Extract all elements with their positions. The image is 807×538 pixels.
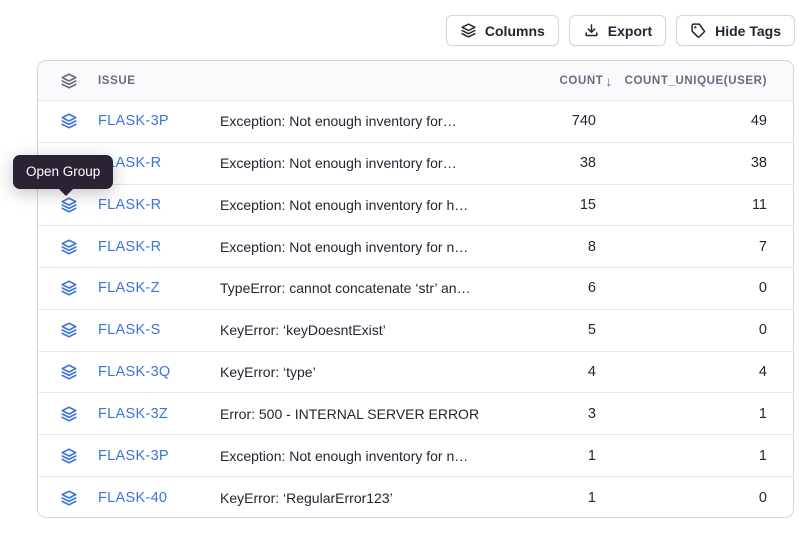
table-row: FLASK-3Z Error: 500 - INTERNAL SERVER ER… [38, 393, 793, 435]
issue-stack-icon[interactable] [60, 321, 98, 339]
issue-title: Exception: Not enough inventory for h… [220, 197, 486, 213]
issue-stack-icon[interactable] [60, 196, 98, 214]
count-value: 6 [486, 280, 596, 296]
table-row: FLASK-R Exception: Not enough inventory … [38, 185, 793, 227]
tooltip-arrow-icon [59, 189, 73, 196]
count-unique-value: 49 [596, 113, 767, 129]
table-body: FLASK-3P Exception: Not enough inventory… [38, 101, 793, 519]
count-value: 1 [486, 490, 596, 506]
issue-short-id-link[interactable]: FLASK-S [98, 322, 220, 338]
count-value: 5 [486, 322, 596, 338]
issue-stack-icon[interactable] [60, 363, 98, 381]
count-unique-value: 0 [596, 490, 767, 506]
count-value: 1 [486, 448, 596, 464]
count-value: 4 [486, 364, 596, 380]
open-group-tooltip: Open Group [13, 155, 113, 189]
issue-title: TypeError: cannot concatenate ‘str’ an… [220, 280, 486, 296]
discover-results-page: Columns Export Hide Tags [0, 0, 807, 538]
issue-title: Exception: Not enough inventory for n… [220, 239, 486, 255]
issue-stack-icon[interactable] [60, 405, 98, 423]
issue-short-id-link[interactable]: FLASK-40 [98, 490, 220, 506]
table-header-row: ISSUE COUNT ↓ COUNT_UNIQUE(USER) [38, 61, 793, 101]
issue-short-id-link[interactable]: FLASK-R [98, 239, 220, 255]
issue-short-id-link[interactable]: FLASK-R [98, 197, 220, 213]
count-unique-value: 0 [596, 280, 767, 296]
count-unique-value: 38 [596, 155, 767, 171]
export-button[interactable]: Export [569, 15, 666, 46]
columns-button[interactable]: Columns [446, 15, 559, 46]
issue-short-id-link[interactable]: FLASK-3Q [98, 364, 220, 380]
issue-column-header[interactable]: ISSUE [98, 75, 220, 87]
issue-short-id-link[interactable]: FLASK-3P [98, 448, 220, 464]
table-row: FLASK-3P Exception: Not enough inventory… [38, 101, 793, 143]
issue-short-id-link[interactable]: FLASK-3P [98, 113, 220, 129]
issue-title: Exception: Not enough inventory for… [220, 155, 486, 171]
issue-type-layers-icon [60, 72, 98, 90]
issue-stack-icon[interactable] [60, 279, 98, 297]
issue-stack-icon[interactable] [60, 238, 98, 256]
issue-short-id-link[interactable]: FLASK-R [98, 155, 220, 171]
issue-title: Exception: Not enough inventory for… [220, 113, 486, 129]
table-row: FLASK-R Exception: Not enough inventory … [38, 226, 793, 268]
download-icon [583, 22, 600, 39]
table-row: FLASK-R Exception: Not enough inventory … [38, 143, 793, 185]
tag-icon [690, 22, 707, 39]
count-value: 8 [486, 239, 596, 255]
count-value: 3 [486, 406, 596, 422]
issue-stack-icon[interactable] [60, 112, 98, 130]
issue-stack-icon[interactable] [60, 447, 98, 465]
open-group-tooltip-label: Open Group [26, 164, 100, 179]
count-unique-value: 1 [596, 406, 767, 422]
count-unique-value: 11 [596, 197, 767, 213]
issue-title: Exception: Not enough inventory for n… [220, 448, 486, 464]
count-value: 15 [486, 197, 596, 213]
issue-short-id-link[interactable]: FLASK-3Z [98, 406, 220, 422]
table-row: FLASK-S KeyError: ‘keyDoesntExist’ 5 0 [38, 310, 793, 352]
count-column-header[interactable]: COUNT ↓ [486, 73, 596, 89]
table-row: FLASK-3Q KeyError: ‘type’ 4 4 [38, 352, 793, 394]
count-unique-value: 0 [596, 322, 767, 338]
count-unique-value: 7 [596, 239, 767, 255]
issue-title: Error: 500 - INTERNAL SERVER ERROR [220, 406, 486, 422]
count-value: 740 [486, 113, 596, 129]
results-table: ISSUE COUNT ↓ COUNT_UNIQUE(USER) FLASK-3… [37, 60, 794, 518]
issue-title: KeyError: ‘keyDoesntExist’ [220, 322, 486, 338]
hide-tags-button-label: Hide Tags [715, 23, 781, 39]
hide-tags-button[interactable]: Hide Tags [676, 15, 795, 46]
table-row: FLASK-40 KeyError: ‘RegularError123’ 1 0 [38, 477, 793, 519]
layers-icon [460, 22, 477, 39]
issue-short-id-link[interactable]: FLASK-Z [98, 280, 220, 296]
issue-stack-icon[interactable] [60, 489, 98, 507]
count-value: 38 [486, 155, 596, 171]
export-button-label: Export [608, 23, 652, 39]
issue-title: KeyError: ‘RegularError123’ [220, 490, 486, 506]
count-unique-column-header[interactable]: COUNT_UNIQUE(USER) [596, 75, 767, 87]
table-row: FLASK-Z TypeError: cannot concatenate ‘s… [38, 268, 793, 310]
table-row: FLASK-3P Exception: Not enough inventory… [38, 435, 793, 477]
issue-title: KeyError: ‘type’ [220, 364, 486, 380]
count-unique-value: 4 [596, 364, 767, 380]
toolbar: Columns Export Hide Tags [446, 15, 795, 46]
count-unique-value: 1 [596, 448, 767, 464]
columns-button-label: Columns [485, 23, 545, 39]
